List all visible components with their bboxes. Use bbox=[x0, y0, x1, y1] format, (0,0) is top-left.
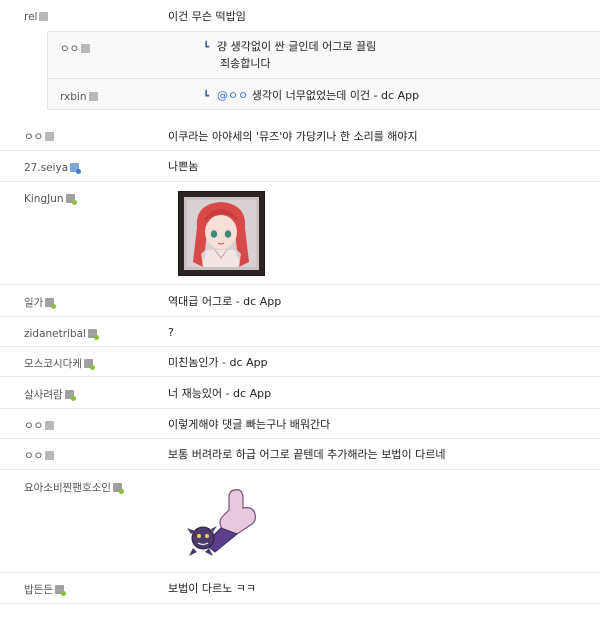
reply-text-line2: 죄송합니다 bbox=[220, 57, 271, 70]
comment-nick[interactable]: rel bbox=[24, 10, 49, 24]
comment-nick[interactable]: ㅇㅇ bbox=[24, 419, 55, 433]
comment-image[interactable] bbox=[178, 191, 265, 276]
comment-nick[interactable]: ㅇㅇ bbox=[24, 449, 55, 463]
gallog-icon bbox=[45, 421, 55, 430]
reply-arrow-icon: ┗ bbox=[203, 42, 210, 53]
comment-text: 이건 무슨 떡밥임 bbox=[168, 10, 246, 23]
anime-girl-portrait bbox=[179, 192, 264, 275]
comment-nick[interactable]: 살사려람 bbox=[24, 388, 76, 402]
comment-text: 너 재능있어 - dc App bbox=[168, 387, 272, 400]
dccon-sticker[interactable] bbox=[183, 486, 265, 560]
comment-nick[interactable]: ㅇㅇ bbox=[24, 130, 55, 144]
semi-fixed-nick-icon bbox=[112, 483, 124, 494]
reply-row: rxbin ┗ @ㅇㅇ 생각이 너무없었는데 이건 - dc App bbox=[48, 78, 600, 110]
comment-row: rel 이건 무슨 떡밥임 ㅇㅇ ┗ 걍 생각없이 싼 글인데 어그로 끌림 죄송… bbox=[0, 0, 600, 110]
reply-arrow-icon: ┗ bbox=[203, 91, 210, 102]
comment-row: 27.seiya 나쁜놈 bbox=[0, 151, 600, 182]
gallog-icon bbox=[45, 132, 55, 141]
pointing-hand-sticker bbox=[187, 489, 256, 556]
comment-text: 미친놈인가 - dc App bbox=[168, 356, 268, 369]
reply-row: ㅇㅇ ┗ 걍 생각없이 싼 글인데 어그로 끌림 죄송합니다 bbox=[48, 32, 600, 78]
comment-text: 나쁜놈 bbox=[168, 160, 199, 173]
comment-nick[interactable]: 밥든든 bbox=[24, 583, 66, 597]
reply-nick[interactable]: rxbin bbox=[60, 90, 98, 104]
comment-row: ㅇㅇ 이렇게해야 댓글 빠는구나 배워간다 bbox=[0, 409, 600, 439]
comment-row: 살사려람 너 재능있어 - dc App bbox=[0, 377, 600, 409]
comment-row: 모스코시다케 미친놈인가 - dc App bbox=[0, 347, 600, 377]
comment-row: KingJun bbox=[0, 182, 600, 285]
fixed-nick-icon bbox=[70, 163, 82, 174]
comment-nick[interactable]: KingJun bbox=[24, 192, 77, 206]
comment-row: zidanetribal ? bbox=[0, 317, 600, 347]
comment-text: 보법이 다르노 ㅋㅋ bbox=[168, 582, 256, 595]
gallog-icon bbox=[39, 12, 49, 21]
comment-text: ? bbox=[168, 326, 174, 339]
comment-row: ㅇㅇ 보통 버려라로 하급 어그로 끝텐데 추가해라는 보법이 다르네 bbox=[0, 439, 600, 470]
reply-text: ┗ 걍 생각없이 싼 글인데 어그로 끌림 bbox=[203, 40, 377, 53]
gallog-icon bbox=[81, 44, 91, 53]
reply-box: ㅇㅇ ┗ 걍 생각없이 싼 글인데 어그로 끌림 죄송합니다 rxbin ┗ @ㅇㅇ… bbox=[47, 31, 600, 110]
reply-nick[interactable]: ㅇㅇ bbox=[60, 42, 91, 56]
semi-fixed-nick-icon bbox=[54, 585, 66, 596]
reply-text: ┗ @ㅇㅇ 생각이 너무없었는데 이건 - dc App bbox=[203, 89, 420, 102]
comment-text: 이쿠라는 아야세의 '뮤즈'야 가당키나 한 소리를 해야지 bbox=[168, 130, 418, 143]
semi-fixed-nick-icon bbox=[64, 390, 76, 401]
comment-row: 요아소비찐팬호소인 bbox=[0, 470, 600, 573]
gallog-icon bbox=[45, 451, 55, 460]
comment-nick[interactable]: zidanetribal bbox=[24, 327, 100, 341]
gallog-icon bbox=[88, 92, 98, 101]
comment-nick[interactable]: 요아소비찐팬호소인 bbox=[24, 481, 124, 495]
comment-nick[interactable]: 모스코시다케 bbox=[24, 357, 95, 371]
comment-nick[interactable]: 27.seiya bbox=[24, 161, 82, 175]
comment-nick[interactable]: 일가 bbox=[24, 296, 57, 310]
comment-text: 이렇게해야 댓글 빠는구나 배워간다 bbox=[168, 418, 331, 431]
semi-fixed-nick-icon bbox=[83, 359, 95, 370]
comment-row: 밥든든 보법이 다르노 ㅋㅋ bbox=[0, 573, 600, 604]
semi-fixed-nick-icon bbox=[65, 194, 77, 205]
mention-link[interactable]: @ㅇㅇ bbox=[217, 89, 248, 102]
comment-text: 보통 버려라로 하급 어그로 끝텐데 추가해라는 보법이 다르네 bbox=[168, 448, 446, 461]
comment-text: 역대급 어그로 - dc App bbox=[168, 295, 282, 308]
comment-row: ㅇㅇ 이쿠라는 아야세의 '뮤즈'야 가당키나 한 소리를 해야지 bbox=[0, 120, 600, 151]
semi-fixed-nick-icon bbox=[88, 329, 100, 340]
semi-fixed-nick-icon bbox=[45, 298, 57, 309]
comment-row: 일가 역대급 어그로 - dc App bbox=[0, 285, 600, 317]
